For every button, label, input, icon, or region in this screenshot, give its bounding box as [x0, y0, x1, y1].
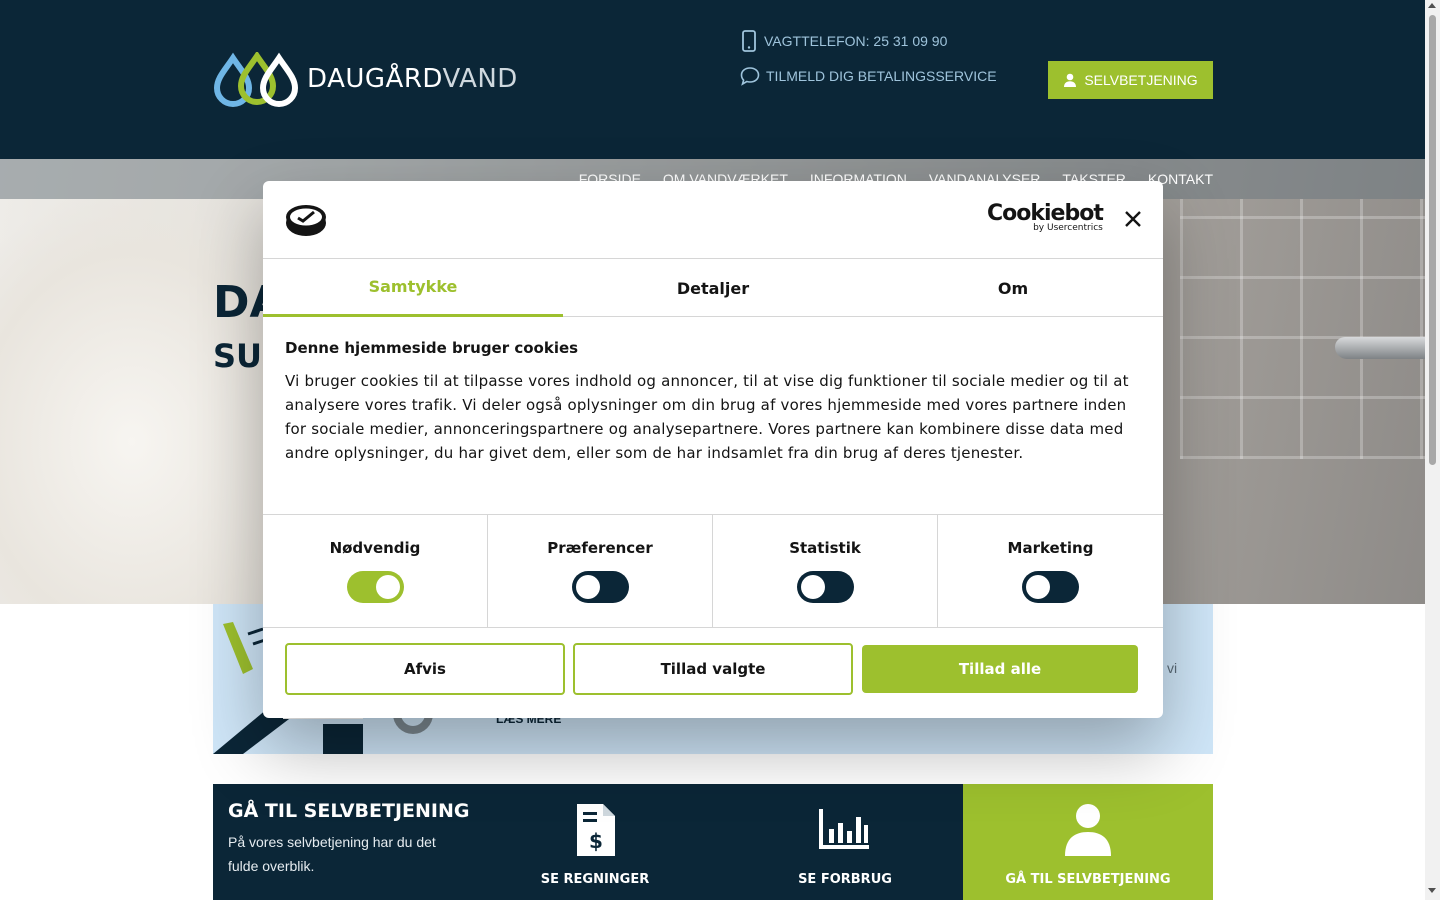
see-invoices-label: SE REGNINGER: [540, 872, 650, 887]
dialog-body: Denne hjemmeside bruger cookies Vi bruge…: [285, 339, 1145, 465]
bar-chart-icon: [819, 809, 869, 849]
cookiebot-brand[interactable]: Cookiebot by Usercentrics: [987, 201, 1104, 233]
category-marketing: Marketing: [938, 515, 1163, 628]
self-service-heading: GÅ TIL SELVBETJENING: [228, 800, 470, 822]
emergency-phone-link[interactable]: VAGTTELEFON: 25 31 09 90: [740, 30, 947, 52]
self-service-strip: GÅ TIL SELVBETJENING På vores selvbetjen…: [213, 784, 1213, 900]
invoice-icon: $: [577, 804, 615, 856]
toggle-knob: [800, 575, 825, 599]
category-preferences: Præferencer: [488, 515, 713, 628]
mobile-phone-icon: [742, 30, 756, 52]
dialog-description: Vi bruger cookies til at tilpasse vores …: [285, 372, 1129, 462]
statistics-toggle[interactable]: [796, 571, 854, 603]
dialog-header: Cookiebot by Usercentrics: [263, 181, 1163, 259]
brand-name: DAUGÅRDVAND: [307, 64, 518, 94]
dialog-tabs: Samtykke Detaljer Om: [263, 259, 1163, 317]
see-consumption-label: SE FORBRUG: [798, 872, 892, 887]
self-service-description: På vores selvbetjening har du det fulde …: [228, 834, 436, 874]
toggle-knob: [375, 575, 400, 599]
brand-name-bold: DAUGÅRD: [307, 64, 443, 94]
category-necessary: Nødvendig: [263, 515, 488, 628]
page-scrollbar[interactable]: [1425, 0, 1440, 900]
toggle-knob: [575, 575, 600, 599]
brand-name-thin: VAND: [442, 64, 518, 94]
category-statistics-label: Statistik: [789, 539, 861, 557]
category-necessary-label: Nødvendig: [329, 539, 421, 557]
tab-om[interactable]: Om: [863, 259, 1163, 317]
info-banner-text: vi: [1167, 660, 1178, 676]
scroll-down-arrow-icon[interactable]: [1428, 888, 1436, 893]
category-statistics: Statistik: [713, 515, 938, 628]
user-icon: [1064, 73, 1077, 87]
betalingsservice-link[interactable]: TILMELD DIG BETALINGSSERVICE: [740, 66, 997, 86]
marketing-toggle[interactable]: [1022, 571, 1079, 603]
reject-button[interactable]: Afvis: [285, 643, 565, 695]
go-to-self-service-link[interactable]: GÅ TIL SELVBETJENING: [963, 784, 1213, 900]
necessary-toggle[interactable]: [346, 571, 404, 603]
tab-detaljer[interactable]: Detaljer: [563, 259, 863, 317]
cookie-logo-icon: [286, 205, 326, 236]
category-marketing-label: Marketing: [1007, 539, 1094, 557]
self-service-button-label: SELVBETJENING: [1084, 72, 1198, 88]
close-icon[interactable]: [1123, 209, 1143, 229]
self-service-button[interactable]: SELVBETJENING: [1048, 61, 1213, 99]
betalingsservice-text: TILMELD DIG BETALINGSSERVICE: [766, 68, 997, 84]
preferences-toggle[interactable]: [571, 571, 629, 603]
scrollbar-thumb[interactable]: [1429, 15, 1436, 465]
emergency-phone-text: VAGTTELEFON: 25 31 09 90: [764, 33, 948, 49]
scroll-up-arrow-icon[interactable]: [1428, 3, 1436, 8]
hero-image-tiles: [1180, 199, 1425, 459]
cookie-categories: Nødvendig Præferencer Statistik Marketin…: [263, 514, 1163, 628]
see-consumption-link[interactable]: SE FORBRUG: [720, 784, 970, 900]
site-header: DAUGÅRDVAND VAGTTELEFON: 25 31 09 90 TIL…: [0, 0, 1425, 159]
allow-all-button[interactable]: Tillad alle: [862, 645, 1138, 693]
allow-selected-button[interactable]: Tillad valgte: [573, 643, 853, 695]
site-logo[interactable]: DAUGÅRDVAND: [213, 52, 517, 108]
go-to-self-service-label: GÅ TIL SELVBETJENING: [1005, 872, 1171, 887]
toggle-knob: [1026, 575, 1050, 599]
svg-text:$: $: [589, 829, 603, 853]
faucet-image: [1335, 337, 1425, 359]
tab-samtykke[interactable]: Samtykke: [263, 259, 563, 317]
category-preferences-label: Præferencer: [547, 539, 653, 557]
cookie-consent-dialog: Cookiebot by Usercentrics Samtykke Detal…: [263, 181, 1163, 718]
chat-bubble-icon: [740, 67, 760, 86]
dialog-heading: Denne hjemmeside bruger cookies: [285, 339, 579, 357]
user-icon: [1065, 804, 1111, 856]
see-invoices-link[interactable]: $ SE REGNINGER: [470, 784, 720, 900]
water-drops-icon: [213, 52, 299, 107]
